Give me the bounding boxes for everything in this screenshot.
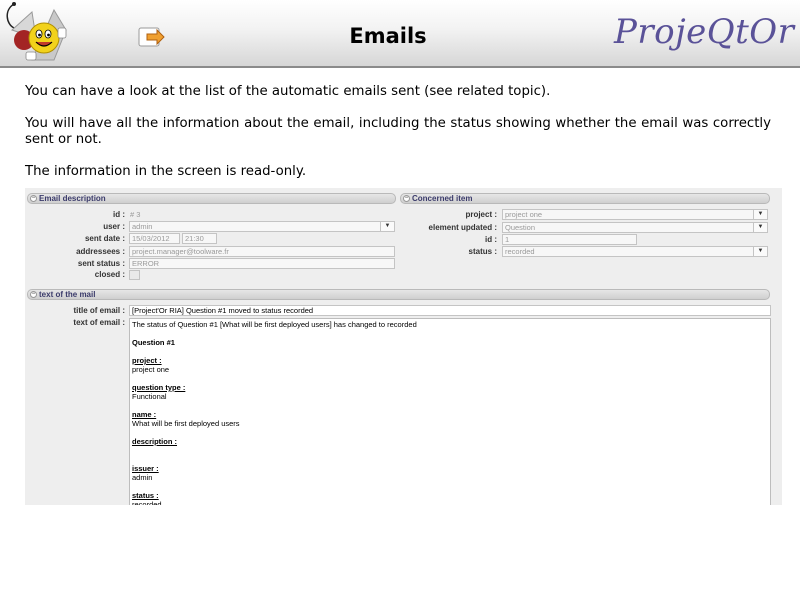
mail-project-value: project one xyxy=(132,365,170,374)
element-updated-select[interactable]: Question ▼ xyxy=(502,222,768,233)
mail-heading: Question #1 xyxy=(132,338,175,347)
status-select-value: recorded xyxy=(505,247,535,256)
sent-date-label: sent date : xyxy=(84,234,125,243)
collapse-icon[interactable]: − xyxy=(30,195,37,202)
page-title: Emails xyxy=(349,24,427,48)
mail-status-value: recorded xyxy=(132,500,162,505)
mail-project-heading: project : xyxy=(132,356,162,365)
chevron-down-icon[interactable]: ▼ xyxy=(753,210,767,219)
email-title-field[interactable]: [Project'Or RIA] Question #1 moved to st… xyxy=(129,305,771,316)
id-label: id : xyxy=(113,210,125,219)
item-id-field[interactable]: 1 xyxy=(502,234,637,245)
projeqtor-mascot-logo xyxy=(2,0,82,66)
mail-issuer-heading: issuer : xyxy=(132,464,159,473)
element-updated-value: Question xyxy=(505,223,536,232)
project-select-value: project one xyxy=(505,210,543,219)
sent-status-label: sent status : xyxy=(77,259,125,268)
user-select[interactable]: admin ▼ xyxy=(129,221,395,232)
intro-paragraph: You can have a look at the list of the a… xyxy=(25,84,551,99)
return-arrow-icon[interactable] xyxy=(137,25,167,51)
concerned-item-header[interactable]: − Concerned item xyxy=(400,193,770,204)
closed-checkbox[interactable] xyxy=(129,270,140,280)
project-select[interactable]: project one ▼ xyxy=(502,209,768,220)
collapse-icon[interactable]: − xyxy=(30,291,37,298)
mail-text-title: text of the mail xyxy=(39,290,96,299)
mail-text-header[interactable]: − text of the mail xyxy=(27,289,770,300)
user-label: user : xyxy=(103,222,125,231)
mail-status-heading: status : xyxy=(132,491,159,500)
chevron-down-icon[interactable]: ▼ xyxy=(753,247,767,256)
concerned-item-title: Concerned item xyxy=(412,194,473,203)
addressees-label: addressees : xyxy=(76,247,125,256)
email-title-label: title of email : xyxy=(73,306,125,315)
sent-status-field[interactable]: ERROR xyxy=(129,258,395,269)
item-id-label: id : xyxy=(485,235,497,244)
mail-description-heading: description : xyxy=(132,437,178,446)
closed-label: closed : xyxy=(94,270,125,279)
mail-line: The status of Question #1 [What will be … xyxy=(132,320,417,329)
email-text-area[interactable]: The status of Question #1 [What will be … xyxy=(129,318,771,505)
project-label: project : xyxy=(465,210,497,219)
email-description-header[interactable]: − Email description xyxy=(27,193,396,204)
page-header: Emails ProjeQtOr xyxy=(0,0,800,68)
email-text-label: text of email : xyxy=(73,318,125,327)
mail-issuer-value: admin xyxy=(132,473,153,482)
user-select-value: admin xyxy=(132,222,153,231)
status-label: status : xyxy=(468,247,497,256)
readonly-paragraph: The information in the screen is read-on… xyxy=(25,164,307,179)
sent-date-field[interactable]: 15/03/2012 xyxy=(129,233,180,244)
email-detail-screenshot: − Email description id : # 3 user : admi… xyxy=(25,188,782,505)
brand-wordmark: ProjeQtOr xyxy=(614,12,795,52)
sent-time-field[interactable]: 21:30 xyxy=(182,233,217,244)
id-value: # 3 xyxy=(130,210,141,219)
mail-name-heading: name : xyxy=(132,410,157,419)
email-description-title: Email description xyxy=(39,194,106,203)
mail-name-value: What will be first deployed users xyxy=(132,419,240,428)
addressees-field[interactable]: project.manager@toolware.fr xyxy=(129,246,395,257)
collapse-icon[interactable]: − xyxy=(403,195,410,202)
info-paragraph: You will have all the information about … xyxy=(25,116,771,147)
element-updated-label: element updated : xyxy=(428,223,497,232)
chevron-down-icon[interactable]: ▼ xyxy=(753,223,767,232)
mail-question-type-value: Functional xyxy=(132,392,167,401)
mail-question-type-heading: question type : xyxy=(132,383,186,392)
chevron-down-icon[interactable]: ▼ xyxy=(380,222,394,231)
status-select[interactable]: recorded ▼ xyxy=(502,246,768,257)
